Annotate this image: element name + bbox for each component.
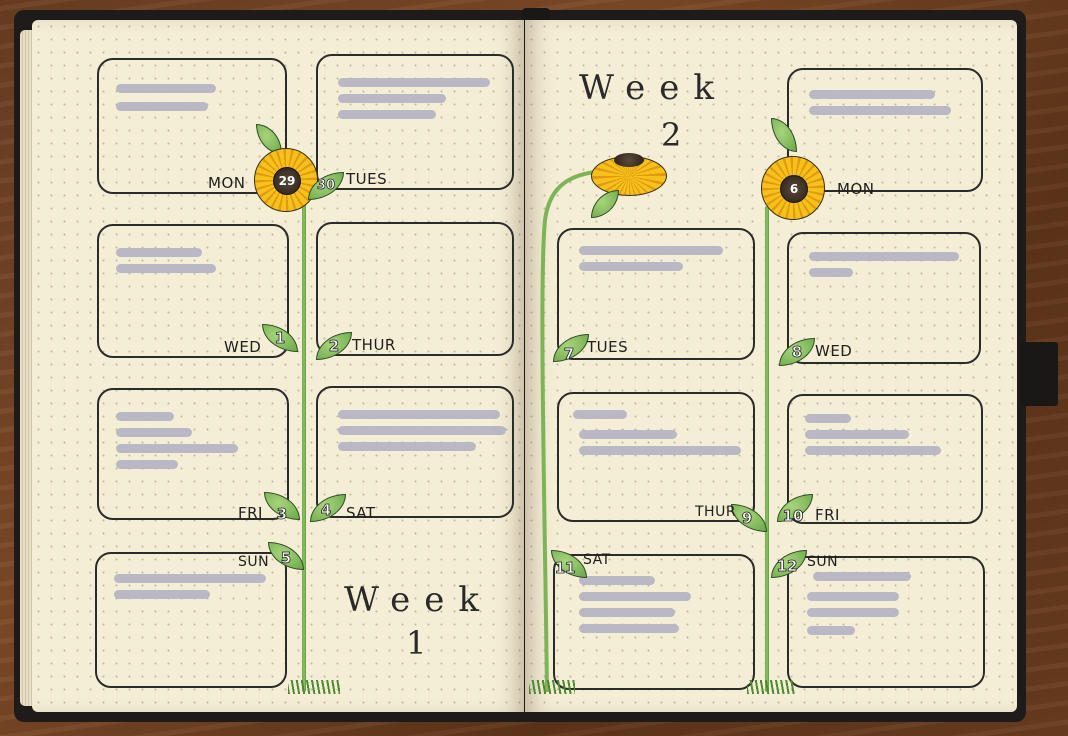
day-label-wed: WED: [815, 342, 853, 360]
date-sun: 12: [776, 557, 798, 576]
date-wed: 8: [791, 343, 803, 362]
date-mon: 6: [789, 182, 799, 196]
redacted-text: [114, 574, 266, 583]
redacted-text: [338, 442, 476, 451]
week-title: Week: [344, 580, 494, 620]
redacted-text: [116, 428, 192, 437]
elastic-closure: [1020, 342, 1058, 406]
sun-box: [95, 552, 287, 688]
date-fri: 10: [782, 507, 804, 526]
day-label-sun: SUN: [238, 554, 270, 570]
day-label-sat: SAT: [346, 504, 376, 522]
sunflower-icon: 6: [761, 156, 825, 220]
date-sat: 4: [320, 501, 332, 520]
redacted-text: [116, 248, 202, 257]
redacted-text: [114, 590, 210, 599]
redacted-text: [338, 110, 436, 119]
date-thur: 2: [328, 337, 340, 356]
right-page: Week 2 6 MON 7 TUES 8 WED 9 THUR 10 FRI …: [525, 20, 1017, 712]
day-label-sat: SAT: [583, 552, 611, 568]
redacted-text: [116, 102, 208, 111]
day-label-wed: WED: [224, 338, 262, 356]
day-label-fri: FRI: [238, 504, 263, 522]
day-label-mon: MON: [208, 174, 246, 192]
day-label-thur: THUR: [695, 504, 737, 520]
drooping-sunflower-icon: [591, 153, 667, 196]
redacted-text: [116, 444, 238, 453]
sunflower-stem: [302, 200, 306, 692]
date-tues: 30: [316, 178, 336, 194]
week-number: 1: [406, 624, 427, 662]
grass-icon: [288, 680, 340, 694]
redacted-text: [116, 412, 174, 421]
day-label-tues: TUES: [587, 338, 629, 356]
redacted-text: [338, 94, 446, 103]
sat-box: [316, 386, 514, 518]
date-mon: 29: [278, 174, 296, 188]
date-sun: 5: [280, 549, 292, 568]
date-tues: 7: [563, 345, 575, 364]
redacted-text: [338, 78, 490, 87]
redacted-text: [116, 460, 178, 469]
sunflower-stem: [765, 206, 769, 692]
left-page: 29 MON 30 TUES 1 WED 2 THUR 3 FRI 4 SAT …: [32, 20, 524, 712]
day-label-sun: SUN: [807, 554, 839, 570]
redacted-text: [338, 410, 500, 419]
day-label-mon: MON: [837, 180, 875, 198]
fri-box: [97, 388, 289, 520]
date-fri: 3: [276, 505, 288, 524]
redacted-text: [116, 84, 216, 93]
day-label-tues: TUES: [346, 170, 388, 188]
grass-icon: [747, 680, 795, 694]
redacted-text: [338, 426, 506, 435]
redacted-text: [116, 264, 216, 273]
day-label-fri: FRI: [815, 506, 840, 524]
day-label-thur: THUR: [352, 336, 396, 354]
date-wed: 1: [274, 329, 286, 348]
grass-icon: [529, 680, 575, 694]
date-sat: 11: [554, 559, 576, 578]
